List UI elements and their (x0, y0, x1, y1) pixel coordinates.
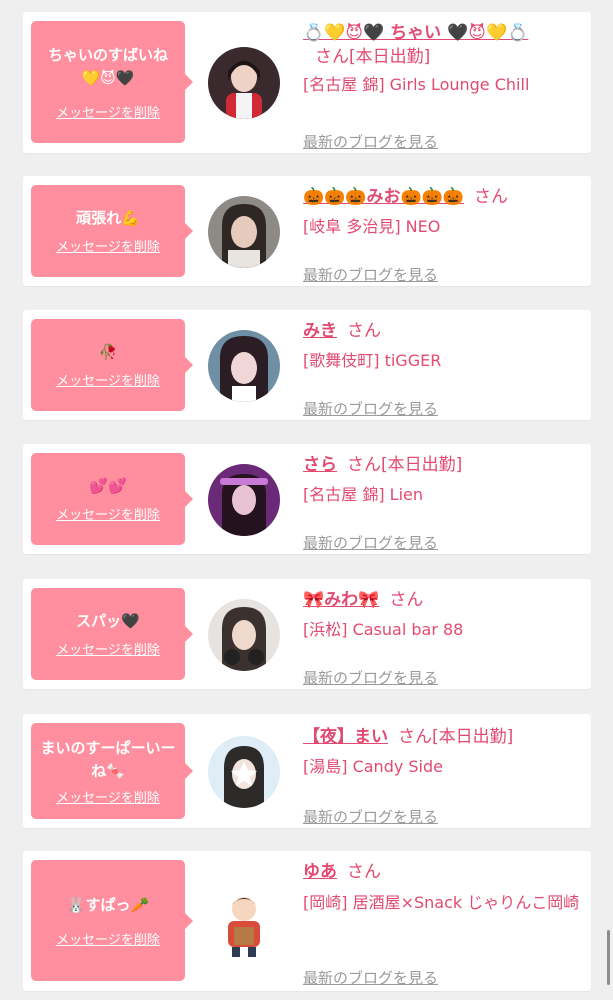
message-bubble: ちゃいのすばいね💛😈🖤 メッセージを削除 (31, 21, 193, 143)
cast-info: 💍💛😈🖤 ちゃい 🖤😈💛💍 さん[本日出勤] [名古屋 錦] Girls Lou… (303, 21, 583, 151)
honorific-text: さん (347, 321, 381, 341)
shop-name: [岡崎] 居酒屋×Snack じゃりんこ岡崎 (303, 893, 580, 912)
shop-name: [湯島] Candy Side (303, 757, 444, 776)
shop-name: [岐阜 多治見] NEO (303, 217, 441, 236)
cast-info: みき さん [歌舞伎町] tiGGER 最新のブログを見る (303, 319, 583, 418)
cast-info: 🎃🎃🎃みお🎃🎃🎃 さん [岐阜 多治見] NEO 最新のブログを見る (303, 185, 583, 284)
delete-message-link[interactable]: メッセージを削除 (56, 102, 160, 121)
shop-name: [名古屋 錦] Lien (303, 485, 424, 504)
avatar[interactable] (208, 464, 280, 536)
honorific-text: さん (315, 47, 349, 67)
cast-info: ゆあ さん [岡崎] 居酒屋×Snack じゃりんこ岡崎 最新のブログを見る (303, 860, 583, 987)
delete-message-link[interactable]: メッセージを削除 (56, 787, 160, 806)
message-text: スパッ🖤 (76, 612, 140, 630)
message-text: 🐰すぱっ🥕 (66, 895, 150, 914)
cast-name-link[interactable]: 🎀みわ🎀 (303, 590, 379, 610)
message-card: 🐰すぱっ🥕 メッセージを削除 ゆあ さん [岡崎] 居酒屋×Snack じゃりんこ… (23, 851, 591, 991)
latest-blog-link[interactable]: 最新のブログを見る (303, 398, 438, 419)
latest-blog-link[interactable]: 最新のブログを見る (303, 967, 438, 988)
honorific-text: さん (347, 455, 381, 475)
message-card: 🥀 メッセージを削除 みき さん [歌舞伎町] tiGGER 最新のブログを見る (23, 310, 591, 420)
message-card: 💕💕 メッセージを削除 さら さん[本日出勤] [名古屋 錦] Lien 最新のブ… (23, 444, 591, 554)
honorific-text: さん (347, 862, 381, 882)
avatar[interactable] (208, 887, 280, 959)
working-today-badge: [本日出勤] (381, 455, 463, 475)
honorific-text: さん (389, 590, 424, 610)
message-card: ちゃいのすばいね💛😈🖤 メッセージを削除 💍💛😈🖤 ちゃい 🖤😈💛💍 さん[本日… (23, 12, 591, 153)
cast-name-link[interactable]: 💍💛😈🖤 ちゃい 🖤😈💛💍 (303, 23, 528, 43)
message-bubble: 💕💕 メッセージを削除 (31, 453, 193, 545)
message-bubble: 🥀 メッセージを削除 (31, 319, 193, 411)
message-bubble: 頑張れ💪 メッセージを削除 (31, 185, 193, 277)
latest-blog-link[interactable]: 最新のブログを見る (303, 806, 438, 827)
latest-blog-link[interactable]: 最新のブログを見る (303, 532, 438, 553)
honorific-text: さん (398, 727, 432, 747)
working-today-badge: [本日出勤] (432, 727, 514, 747)
shop-name: [名古屋 錦] Girls Lounge Chill (303, 75, 530, 94)
message-text: ちゃいのすばいね💛😈🖤 (47, 45, 168, 87)
cast-info: 🎀みわ🎀 さん [浜松] Casual bar 88 最新のブログを見る (303, 588, 583, 687)
message-bubble: まいのすーぱーいーね🍬 メッセージを削除 (31, 723, 193, 819)
message-text: 🥀 (98, 343, 118, 361)
cast-name-link[interactable]: みき (303, 321, 337, 341)
cast-info: 【夜】まい さん[本日出勤] [湯島] Candy Side 最新のブログを見る (303, 725, 583, 826)
working-today-badge: [本日出勤] (349, 47, 431, 67)
cast-name-link[interactable]: さら (303, 455, 337, 475)
message-bubble: 🐰すぱっ🥕 メッセージを削除 (31, 860, 193, 981)
latest-blog-link[interactable]: 最新のブログを見る (303, 264, 438, 285)
message-text: 頑張れ💪 (76, 209, 140, 227)
cast-info: さら さん[本日出勤] [名古屋 錦] Lien 最新のブログを見る (303, 453, 583, 552)
avatar[interactable] (208, 736, 280, 808)
latest-blog-link[interactable]: 最新のブログを見る (303, 667, 438, 688)
avatar[interactable] (208, 330, 280, 402)
cast-name-link[interactable]: 【夜】まい (303, 727, 388, 747)
message-text: まいのすーぱーいーね🍬 (40, 738, 176, 780)
cast-name-link[interactable]: 🎃🎃🎃みお🎃🎃🎃 (303, 187, 464, 207)
delete-message-link[interactable]: メッセージを削除 (56, 236, 160, 255)
message-card: 頑張れ💪 メッセージを削除 🎃🎃🎃みお🎃🎃🎃 さん [岐阜 多治見] NEO 最新… (23, 176, 591, 286)
avatar[interactable] (208, 196, 280, 268)
message-card: まいのすーぱーいーね🍬 メッセージを削除 【夜】まい さん[本日出勤] [湯島] … (23, 714, 591, 828)
shop-name: [歌舞伎町] tiGGER (303, 351, 442, 370)
latest-blog-link[interactable]: 最新のブログを見る (303, 131, 438, 152)
honorific-text: さん (474, 187, 509, 207)
delete-message-link[interactable]: メッセージを削除 (56, 929, 160, 948)
message-text: 💕💕 (89, 477, 127, 495)
shop-name: [浜松] Casual bar 88 (303, 620, 464, 639)
message-bubble: スパッ🖤 メッセージを削除 (31, 588, 193, 680)
delete-message-link[interactable]: メッセージを削除 (56, 370, 160, 389)
cast-name-link[interactable]: ゆあ (303, 862, 337, 882)
delete-message-link[interactable]: メッセージを削除 (56, 639, 160, 658)
scrollbar[interactable] (607, 930, 610, 985)
avatar[interactable] (208, 47, 280, 119)
delete-message-link[interactable]: メッセージを削除 (56, 504, 160, 523)
avatar[interactable] (208, 599, 280, 671)
message-card: スパッ🖤 メッセージを削除 🎀みわ🎀 さん [浜松] Casual bar 88 … (23, 579, 591, 689)
